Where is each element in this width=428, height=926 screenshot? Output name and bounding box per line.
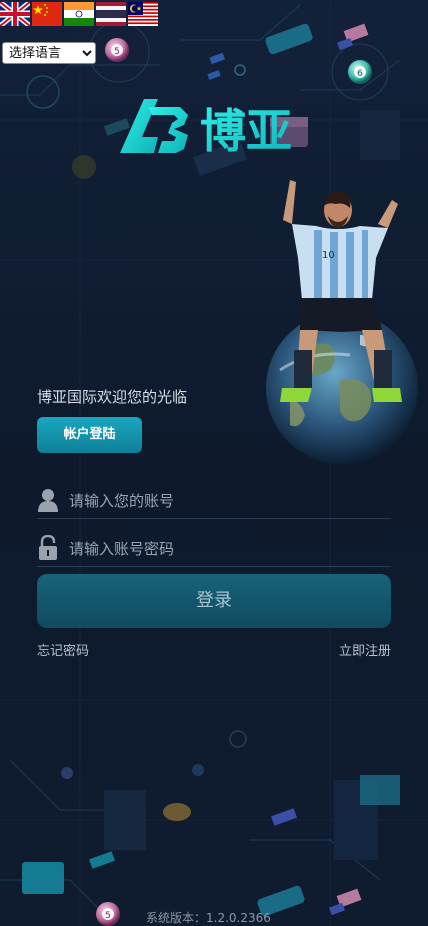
account-login-tab[interactable]: 帐户登陆: [37, 417, 142, 453]
brand-logo: 博亚: [120, 99, 292, 158]
login-button[interactable]: 登录: [37, 574, 391, 628]
welcome-text: 博亚国际欢迎您的光临: [37, 388, 188, 406]
uk-flag-icon[interactable]: [0, 2, 30, 26]
lock-icon: [37, 535, 59, 561]
forgot-password-link[interactable]: 忘记密码: [37, 640, 89, 659]
password-input[interactable]: 请输入账号密码: [37, 530, 391, 567]
account-input[interactable]: 请输入您的账号: [37, 482, 391, 519]
password-placeholder: 请输入账号密码: [69, 539, 175, 558]
logo-text: 博亚: [200, 104, 292, 158]
ab-logo-mark-icon: [120, 99, 188, 153]
malaysia-flag-icon[interactable]: [128, 2, 158, 26]
india-flag-icon[interactable]: [64, 2, 94, 26]
language-flags: [0, 2, 158, 26]
language-select[interactable]: 选择语言: [2, 42, 96, 64]
register-link[interactable]: 立即注册: [339, 640, 391, 659]
china-flag-icon[interactable]: [32, 2, 62, 26]
jersey-number: 10: [322, 250, 335, 261]
user-icon: [37, 487, 59, 513]
version-text: 系统版本：1.2.0.2366: [146, 911, 271, 925]
thailand-flag-icon[interactable]: [96, 2, 126, 26]
account-placeholder: 请输入您的账号: [69, 491, 175, 510]
